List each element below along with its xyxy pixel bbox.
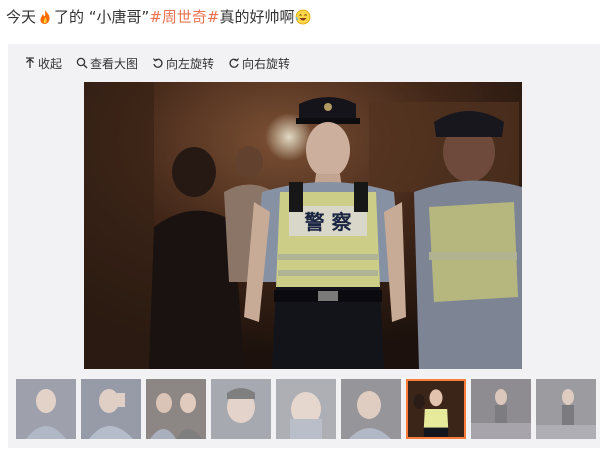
thumbnail-image-icon	[471, 379, 531, 439]
collapse-button[interactable]: 收起	[24, 55, 62, 72]
post-text-part3: 真的好帅啊	[219, 8, 295, 26]
rotate-left-label: 向左旋转	[166, 56, 215, 71]
thumbnail-2[interactable]	[81, 379, 141, 439]
thumbnail-image-icon	[16, 379, 76, 439]
media-viewer-panel: 收起 查看大图 向左旋转 向右旋转 警 察	[8, 44, 600, 448]
main-photo[interactable]: 警 察	[84, 82, 522, 369]
hashtag-link[interactable]: #周世奇#	[149, 6, 219, 28]
magnifier-icon	[76, 57, 88, 69]
post-text: 今天 了的 “小唐哥” #周世奇# 真的好帅啊	[6, 6, 312, 28]
thumbnail-image-icon	[341, 379, 401, 439]
thumbnail-strip	[16, 379, 596, 441]
thumbnail-8[interactable]	[471, 379, 531, 439]
rotate-left-button[interactable]: 向左旋转	[152, 55, 214, 72]
thumbnail-5[interactable]	[276, 379, 336, 439]
rotate-right-button[interactable]: 向右旋转	[228, 55, 290, 72]
post-text-part1: 今天	[6, 8, 37, 26]
thumbnail-4[interactable]	[211, 379, 271, 439]
thumbnail-image-icon	[211, 379, 271, 439]
media-toolbar: 收起 查看大图 向左旋转 向右旋转	[24, 54, 290, 72]
thumbnail-image-icon	[146, 379, 206, 439]
thumbnail-9[interactable]	[536, 379, 596, 439]
police-officer-photo: 警 察	[84, 82, 522, 369]
view-large-button[interactable]: 查看大图	[76, 55, 138, 72]
thumbnail-image-icon	[81, 379, 141, 439]
rotate-right-icon	[229, 58, 240, 68]
thumbnail-6[interactable]	[341, 379, 401, 439]
thumbnail-image-icon	[536, 379, 596, 439]
fire-emoji-icon	[40, 10, 50, 24]
collapse-up-icon	[26, 57, 34, 68]
view-large-label: 查看大图	[90, 56, 139, 71]
rotate-left-icon	[153, 58, 163, 68]
thumbnail-1[interactable]	[16, 379, 76, 439]
thumbnail-3[interactable]	[146, 379, 206, 439]
collapse-label: 收起	[38, 56, 63, 71]
laughing-emoji-icon	[296, 9, 311, 25]
post-text-part2: 了的 “小唐哥”	[54, 8, 150, 26]
thumbnail-7-selected[interactable]	[406, 379, 466, 439]
thumbnail-image-icon	[276, 379, 336, 439]
thumbnail-image-icon	[408, 381, 464, 437]
rotate-right-label: 向右旋转	[242, 56, 291, 71]
